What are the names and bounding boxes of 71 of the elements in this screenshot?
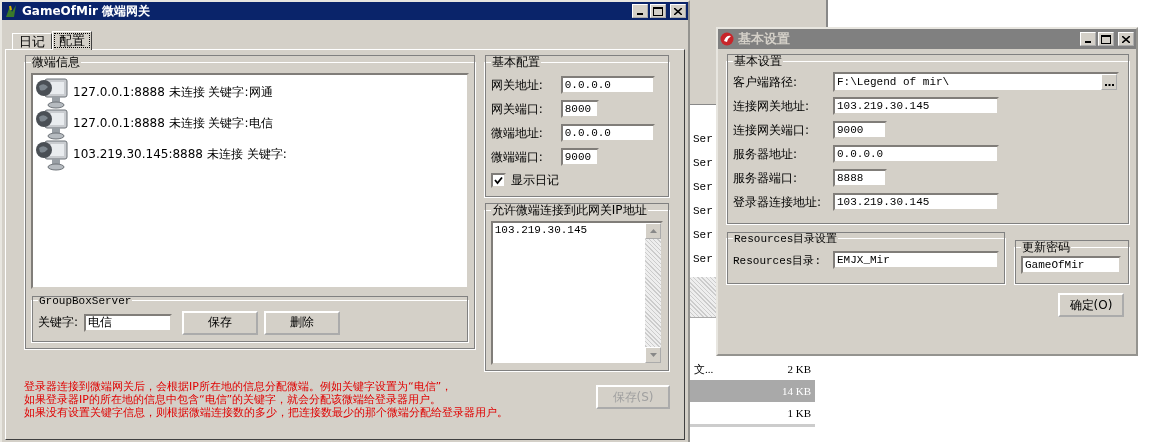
group-title: 基本配置 — [490, 54, 541, 71]
group-title: 微端信息 — [31, 54, 81, 71]
action-button[interactable]: 保存 — [182, 310, 259, 335]
group-title: 基本设置 — [733, 53, 783, 70]
show-log-checkbox[interactable]: 显示日记 — [490, 169, 663, 191]
field-label: 客户端路径: — [733, 73, 799, 91]
text-field[interactable]: 9000 — [833, 121, 887, 139]
computer-icon — [35, 106, 69, 141]
tab[interactable]: 日记 — [12, 33, 52, 49]
client-entry: 127.0.0.1:8888 未连接 关键字:电信 — [73, 115, 273, 132]
field-label: 网关端口: — [490, 100, 544, 118]
field-label: 连接网关地址: — [733, 97, 811, 115]
field-label: 登录器连接地址: — [733, 193, 823, 211]
browse-button[interactable] — [1101, 74, 1117, 90]
computer-icon — [35, 75, 69, 110]
file-size: 2 KB — [787, 363, 811, 375]
tab[interactable]: 配置 — [52, 31, 92, 50]
file-name: Ser — [693, 157, 713, 169]
file-name: Ser — [693, 181, 713, 193]
field-label: 服务器地址: — [733, 145, 799, 163]
text-field[interactable]: 0.0.0.0 — [560, 124, 655, 142]
hint-text: 登录器连接到微端网关后，会根据IP所在地的信息分配微端。例如关键字设置为“电信”， — [24, 380, 454, 393]
hint-text: 如果登录器IP的所在地的信息中包含“电信”的关键字，就会分配该微端给登录器用户。 — [24, 393, 443, 406]
password-field[interactable]: GameOfMir — [1021, 256, 1121, 274]
text-field[interactable]: 0.0.0.0 — [833, 145, 999, 163]
group-title: 更新密码 — [1021, 239, 1071, 256]
text-field[interactable]: 8000 — [560, 100, 599, 118]
client-entry: 103.219.30.145:8888 未连接 关键字: — [73, 146, 287, 163]
ok-button[interactable]: 确定(O) — [1058, 293, 1124, 317]
file-name: Ser — [693, 253, 713, 265]
close-icon — [1122, 35, 1130, 43]
text-field[interactable]: 8888 — [833, 169, 887, 187]
action-button[interactable]: 删除 — [264, 310, 341, 335]
group-title: GroupBoxServer — [38, 294, 133, 307]
app-icon — [720, 32, 734, 46]
field-label: 微端端口: — [490, 148, 544, 166]
ip-list-field[interactable]: 103.219.30.145 — [490, 221, 663, 365]
keyword-label: 关键字: — [38, 314, 79, 332]
window-title: 基本设置 — [738, 30, 790, 48]
text-field[interactable]: 0.0.0.0 — [560, 76, 655, 94]
path-field[interactable]: F:\Legend of mir\ — [833, 72, 1119, 92]
check-icon — [493, 175, 503, 185]
minimize-button[interactable] — [632, 4, 648, 18]
keyword-field[interactable]: 电信 — [84, 313, 173, 332]
file-name: Ser — [693, 205, 713, 217]
file-name: 文... — [694, 361, 714, 377]
maximize-button[interactable] — [650, 4, 666, 18]
file-size: 14 KB — [781, 385, 811, 397]
text-field[interactable]: EMJX_Mir — [833, 251, 999, 269]
field-label: 连接网关端口: — [733, 121, 811, 139]
file-size: 1 KB — [787, 407, 811, 419]
window-title: GameOfMir 微端网关 — [22, 2, 151, 20]
client-list[interactable]: 127.0.0.1:8888 未连接 关键字:网通 127.0.0.1:8888 未连接 关键字:电信 103.219.30.145:8888 未连接 关键字: — [31, 73, 469, 289]
file-name: Ser — [693, 229, 713, 241]
hint-text: 如果没有设置关键字信息，则根据微端连接数的多少，把连接数最少的那个微端分配给登录器用户。 — [24, 406, 509, 419]
field-label: 服务器端口: — [733, 169, 799, 187]
field-label: Resources目录: — [733, 253, 822, 268]
group-title: Resources目录设置 — [733, 232, 839, 246]
text-field[interactable]: 103.219.30.145 — [833, 193, 999, 211]
close-icon — [674, 7, 682, 15]
close-button[interactable] — [670, 4, 686, 18]
computer-icon — [35, 137, 69, 172]
text-field[interactable]: 9000 — [560, 148, 599, 166]
text-field[interactable]: 103.219.30.145 — [833, 97, 999, 115]
ip-address: 103.219.30.145 — [494, 224, 589, 236]
client-entry: 127.0.0.1:8888 未连接 关键字:网通 — [73, 84, 273, 101]
field-label: 微端地址: — [490, 124, 544, 142]
group-title: 允许微端连接到此网关IP地址 — [490, 202, 648, 219]
file-name: Ser — [693, 133, 713, 145]
field-label: 网关地址: — [490, 76, 544, 94]
app-icon — [4, 4, 18, 18]
